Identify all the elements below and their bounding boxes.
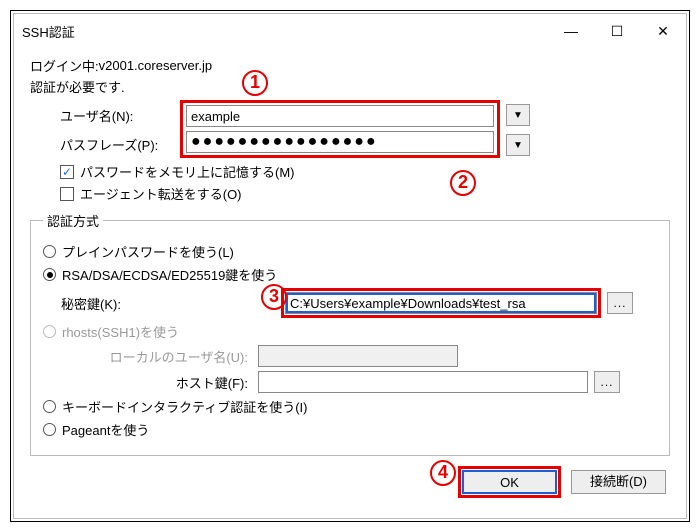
remember-password-row[interactable]: ✓ パスワードをメモリ上に記憶する(M)	[60, 162, 670, 181]
auth-required: 認証が必要です.	[30, 77, 670, 96]
close-button[interactable]: ✕	[640, 14, 686, 48]
annotation-4: 4	[430, 460, 456, 486]
keyboard-interactive-label: キーボードインタラクティブ認証を使う(I)	[62, 397, 308, 416]
remember-password-checkbox[interactable]: ✓	[60, 165, 74, 179]
plain-password-option[interactable]: プレインパスワードを使う(L)	[43, 242, 657, 261]
agent-forward-label: エージェント転送をする(O)	[80, 184, 242, 203]
private-key-label: 秘密鍵(K):	[61, 294, 151, 313]
private-key-browse-button[interactable]: ...	[607, 292, 633, 314]
pageant-label: Pageantを使う	[62, 420, 149, 439]
button-bar: 4 OK 接続断(D)	[30, 456, 670, 498]
remember-password-label: パスワードをメモリ上に記憶する(M)	[80, 162, 295, 181]
disconnect-button[interactable]: 接続断(D)	[571, 470, 666, 494]
login-prefix: ログイン中:	[30, 56, 99, 75]
chevron-down-icon: ▼	[513, 110, 523, 121]
minimize-icon: —	[564, 23, 578, 39]
pageant-radio[interactable]	[43, 423, 56, 436]
rhosts-radio	[43, 325, 56, 338]
local-user-label: ローカルのユーザ名(U):	[43, 347, 258, 366]
passphrase-label: パスフレーズ(P):	[30, 135, 180, 154]
rsa-key-radio[interactable]	[43, 268, 56, 281]
passphrase-dropdown[interactable]: ▼	[506, 134, 530, 156]
maximize-button[interactable]: ☐	[594, 14, 640, 48]
plain-password-label: プレインパスワードを使う(L)	[62, 242, 234, 261]
auth-method-fieldset: 認証方式 プレインパスワードを使う(L) RSA/DSA/ECDSA/ED255…	[30, 211, 670, 456]
passphrase-input[interactable]: ●●●●●●●●●●●●●●●●	[186, 131, 494, 153]
agent-forward-checkbox[interactable]	[60, 187, 74, 201]
ok-button[interactable]: OK	[462, 470, 557, 494]
close-icon: ✕	[657, 23, 669, 40]
keyboard-interactive-radio[interactable]	[43, 400, 56, 413]
local-user-input	[258, 345, 458, 367]
auth-method-legend: 認証方式	[43, 211, 103, 230]
private-key-highlight	[281, 288, 601, 318]
check-icon: ✓	[62, 166, 72, 178]
dialog-body: ログイン中: v2001.coreserver.jp 認証が必要です. 1 2 …	[14, 48, 686, 508]
login-status: ログイン中: v2001.coreserver.jp	[30, 56, 670, 75]
window-title: SSH認証	[22, 22, 548, 41]
login-host: v2001.coreserver.jp	[99, 58, 212, 73]
dialog-window: SSH認証 — ☐ ✕ ログイン中: v2001.coreserver.jp 認…	[13, 13, 687, 519]
credentials-highlight: ●●●●●●●●●●●●●●●●	[180, 100, 500, 158]
username-dropdown[interactable]: ▼	[506, 104, 530, 126]
host-key-input[interactable]	[258, 371, 588, 393]
rhosts-option: rhosts(SSH1)を使う	[43, 322, 657, 341]
chevron-down-icon: ▼	[513, 140, 523, 151]
keyboard-interactive-option[interactable]: キーボードインタラクティブ認証を使う(I)	[43, 397, 657, 416]
rhosts-label: rhosts(SSH1)を使う	[62, 322, 179, 341]
username-label: ユーザ名(N):	[30, 106, 180, 125]
maximize-icon: ☐	[611, 23, 624, 40]
pageant-option[interactable]: Pageantを使う	[43, 420, 657, 439]
minimize-button[interactable]: —	[548, 14, 594, 48]
plain-password-radio[interactable]	[43, 245, 56, 258]
ok-highlight: OK	[458, 466, 561, 498]
rsa-key-option[interactable]: RSA/DSA/ECDSA/ED25519鍵を使う	[43, 265, 657, 284]
titlebar: SSH認証 — ☐ ✕	[14, 14, 686, 48]
outer-frame: SSH認証 — ☐ ✕ ログイン中: v2001.coreserver.jp 認…	[10, 10, 690, 522]
agent-forward-row[interactable]: エージェント転送をする(O)	[60, 184, 670, 203]
private-key-input[interactable]	[285, 292, 597, 314]
host-key-label: ホスト鍵(F):	[43, 373, 258, 392]
host-key-browse-button[interactable]: ...	[594, 371, 620, 393]
username-input[interactable]	[186, 105, 494, 127]
rsa-key-label: RSA/DSA/ECDSA/ED25519鍵を使う	[62, 265, 277, 284]
